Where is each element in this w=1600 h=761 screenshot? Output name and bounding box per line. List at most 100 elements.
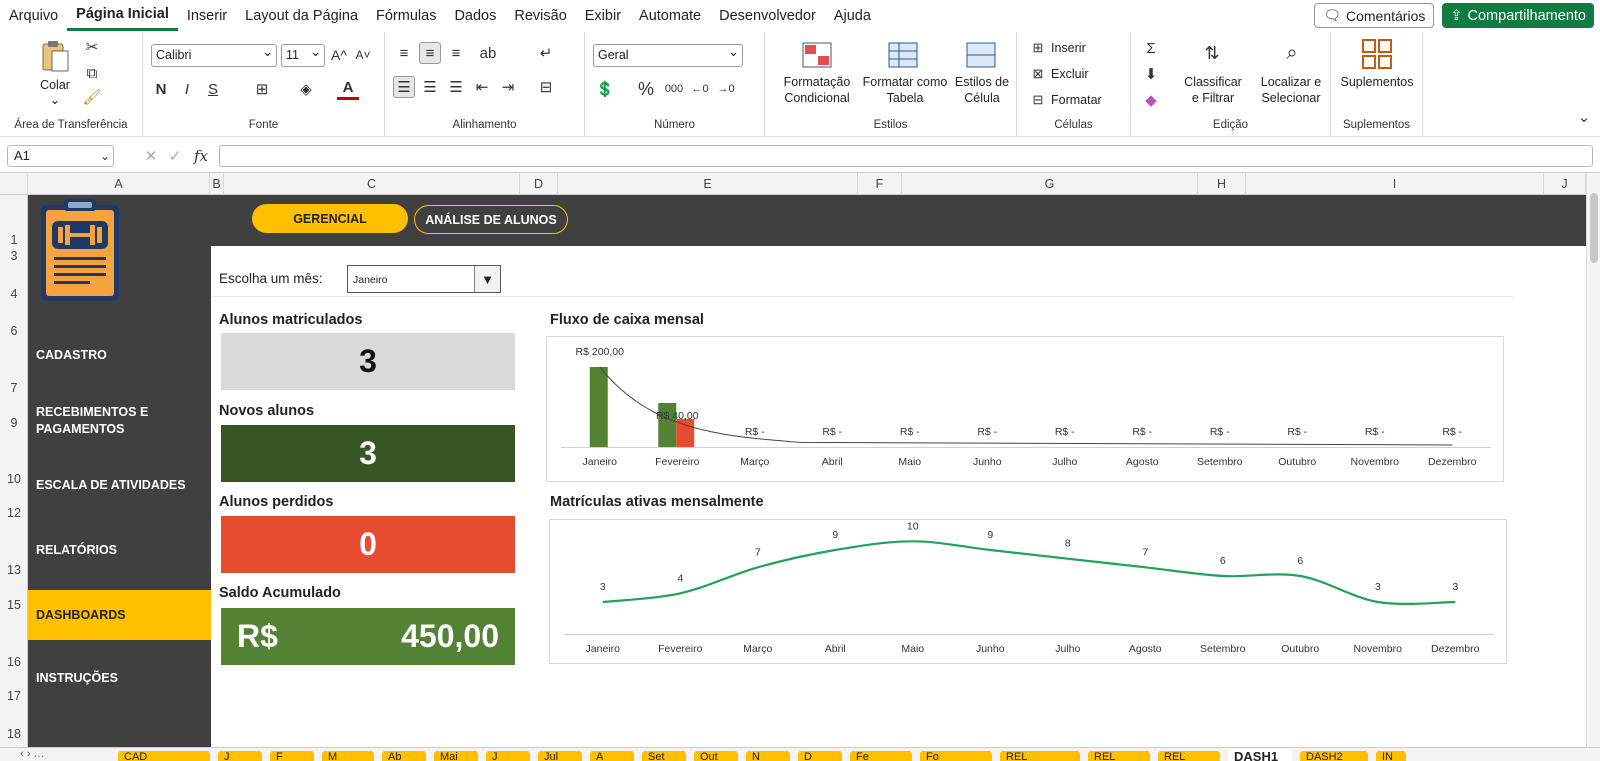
menu-item[interactable]: Automate <box>630 0 710 32</box>
column-header[interactable]: F <box>858 173 902 195</box>
accounting-format-icon[interactable]: 💲 <box>593 78 617 100</box>
delete-cells-icon[interactable]: ⊠ <box>1029 66 1047 82</box>
cancel-icon[interactable]: ✕ <box>142 145 160 167</box>
decrease-font-icon[interactable]: A˅ <box>353 44 373 66</box>
row-header[interactable]: 18 <box>0 727 28 741</box>
column-header[interactable]: D <box>520 173 558 195</box>
align-top-icon[interactable]: ≡ <box>393 42 415 64</box>
month-select[interactable]: Janeiro ▼ <box>347 265 501 293</box>
row-header[interactable]: 4 <box>0 287 28 301</box>
cell-styles-label-1[interactable]: Estilos de <box>949 74 1015 90</box>
select-all-corner[interactable] <box>0 173 28 195</box>
bold-button[interactable]: N <box>151 78 171 100</box>
insert-function-icon[interactable]: fx <box>190 145 212 167</box>
column-header[interactable]: C <box>224 173 520 195</box>
nav-dashboards[interactable]: DASHBOARDS <box>28 590 211 640</box>
row-header[interactable]: 6 <box>0 324 28 338</box>
confirm-icon[interactable]: ✓ <box>166 145 184 167</box>
align-left-icon[interactable]: ☰ <box>393 76 415 98</box>
decrease-decimal-icon[interactable]: →0 <box>715 78 737 100</box>
merge-cells-icon[interactable]: ⊟ <box>535 76 557 98</box>
orientation-icon[interactable]: ab <box>477 42 499 64</box>
format-as-table-label-2[interactable]: Tabela <box>861 90 949 106</box>
collapse-ribbon-icon[interactable]: ⌄ <box>1575 108 1593 126</box>
row-header[interactable]: 7 <box>0 381 28 395</box>
thousands-separator-button[interactable]: 000 <box>661 78 687 100</box>
number-format-select[interactable]: Geral <box>593 44 743 67</box>
menu-item[interactable]: Arquivo <box>0 0 67 32</box>
row-header[interactable]: 3 <box>0 249 28 263</box>
nav-recebimentos-pagamentos[interactable]: RECEBIMENTOS E PAGAMENTOS <box>28 395 158 447</box>
font-name-select[interactable]: Calibri <box>151 44 277 67</box>
menu-item[interactable]: Revisão <box>505 0 575 32</box>
format-painter-icon[interactable]: 🖌 <box>82 88 102 106</box>
row-header[interactable]: 16 <box>0 655 28 669</box>
sheet-tab[interactable]: Ab <box>382 751 426 761</box>
menu-item[interactable]: Fórmulas <box>367 0 445 32</box>
menu-item[interactable]: Desenvolvedor <box>710 0 825 32</box>
italic-button[interactable]: I <box>177 78 197 100</box>
menu-item[interactable]: Exibir <box>576 0 630 32</box>
sheet-tab[interactable]: F <box>270 751 314 761</box>
addins-label[interactable]: Suplementos <box>1335 74 1419 90</box>
borders-icon[interactable]: ⊞ <box>251 78 273 100</box>
sheet-tab[interactable]: J <box>486 751 530 761</box>
format-as-table-label-1[interactable]: Formatar como <box>861 74 949 90</box>
comments-button[interactable]: 🗨 Comentários <box>1314 3 1435 28</box>
column-header[interactable]: G <box>902 173 1198 195</box>
row-header[interactable]: 10 <box>0 472 28 486</box>
find-select-label-2[interactable]: Selecionar <box>1251 90 1331 106</box>
cut-icon[interactable]: ✂ <box>82 38 102 56</box>
sheet-tab[interactable]: M <box>322 751 374 761</box>
percent-button[interactable]: % <box>635 78 657 100</box>
column-header[interactable]: A <box>28 173 210 195</box>
format-cells-label[interactable]: Formatar <box>1051 92 1102 108</box>
formula-input[interactable] <box>219 145 1593 167</box>
column-header[interactable]: I <box>1246 173 1544 195</box>
conditional-format-icon[interactable] <box>801 40 833 70</box>
increase-indent-icon[interactable]: ⇥ <box>497 76 519 98</box>
decrease-indent-icon[interactable]: ⇤ <box>471 76 493 98</box>
gerencial-button[interactable]: GERENCIAL <box>252 204 408 233</box>
sheet-tab[interactable]: A <box>590 751 634 761</box>
menu-item[interactable]: Inserir <box>178 0 236 32</box>
align-right-icon[interactable]: ☰ <box>445 76 467 98</box>
fill-icon[interactable]: ⬇ <box>1141 64 1161 84</box>
fill-color-icon[interactable]: ◈ <box>295 78 317 100</box>
align-middle-icon[interactable]: ≡ <box>419 42 441 64</box>
sheet-tab[interactable]: CAD <box>118 751 210 761</box>
column-header[interactable]: J <box>1544 173 1586 195</box>
sheet-tab[interactable]: J <box>218 751 262 761</box>
row-header[interactable]: 13 <box>0 563 28 577</box>
increase-font-icon[interactable]: A^ <box>329 44 349 66</box>
sheet-tab[interactable]: Fo <box>920 751 992 761</box>
tab-nav-arrows-icon[interactable]: ‹ › … <box>20 748 44 760</box>
cell-styles-label-2[interactable]: Célula <box>949 90 1015 106</box>
sheet-tab[interactable]: DASH1 <box>1228 749 1292 761</box>
sheet-tab[interactable]: REL <box>1000 751 1080 761</box>
addins-icon[interactable] <box>1361 38 1393 70</box>
sheet-tab[interactable]: Out <box>694 751 738 761</box>
find-select-icon[interactable]: ⌕ <box>1277 38 1307 68</box>
row-header[interactable]: 12 <box>0 506 28 520</box>
font-size-select[interactable]: 11 <box>281 44 325 67</box>
conditional-format-label-2[interactable]: Condicional <box>773 90 861 106</box>
sort-filter-icon[interactable]: ⇅ <box>1197 38 1227 68</box>
sheet-tab[interactable]: Fe <box>850 751 912 761</box>
menu-item[interactable]: Ajuda <box>825 0 880 32</box>
font-color-icon[interactable]: A <box>337 78 359 100</box>
align-center-icon[interactable]: ☰ <box>419 76 441 98</box>
autosum-icon[interactable]: Σ <box>1141 38 1161 58</box>
menu-item[interactable]: Layout da Página <box>236 0 367 32</box>
sheet-tab[interactable]: REL <box>1088 751 1150 761</box>
sheet-tab[interactable]: Jul <box>538 751 582 761</box>
row-header[interactable]: 15 <box>0 598 28 612</box>
nav-instrucoes[interactable]: INSTRUÇÕES <box>28 660 211 696</box>
wrap-text-icon[interactable]: ↵ <box>535 42 557 64</box>
row-header[interactable]: 17 <box>0 689 28 703</box>
cell-styles-icon[interactable] <box>965 40 997 70</box>
column-header[interactable]: B <box>210 173 224 195</box>
vertical-scrollbar[interactable] <box>1586 173 1600 747</box>
name-box-dropdown-icon[interactable]: ⌄ <box>98 145 112 167</box>
menu-item[interactable]: Dados <box>445 0 505 32</box>
